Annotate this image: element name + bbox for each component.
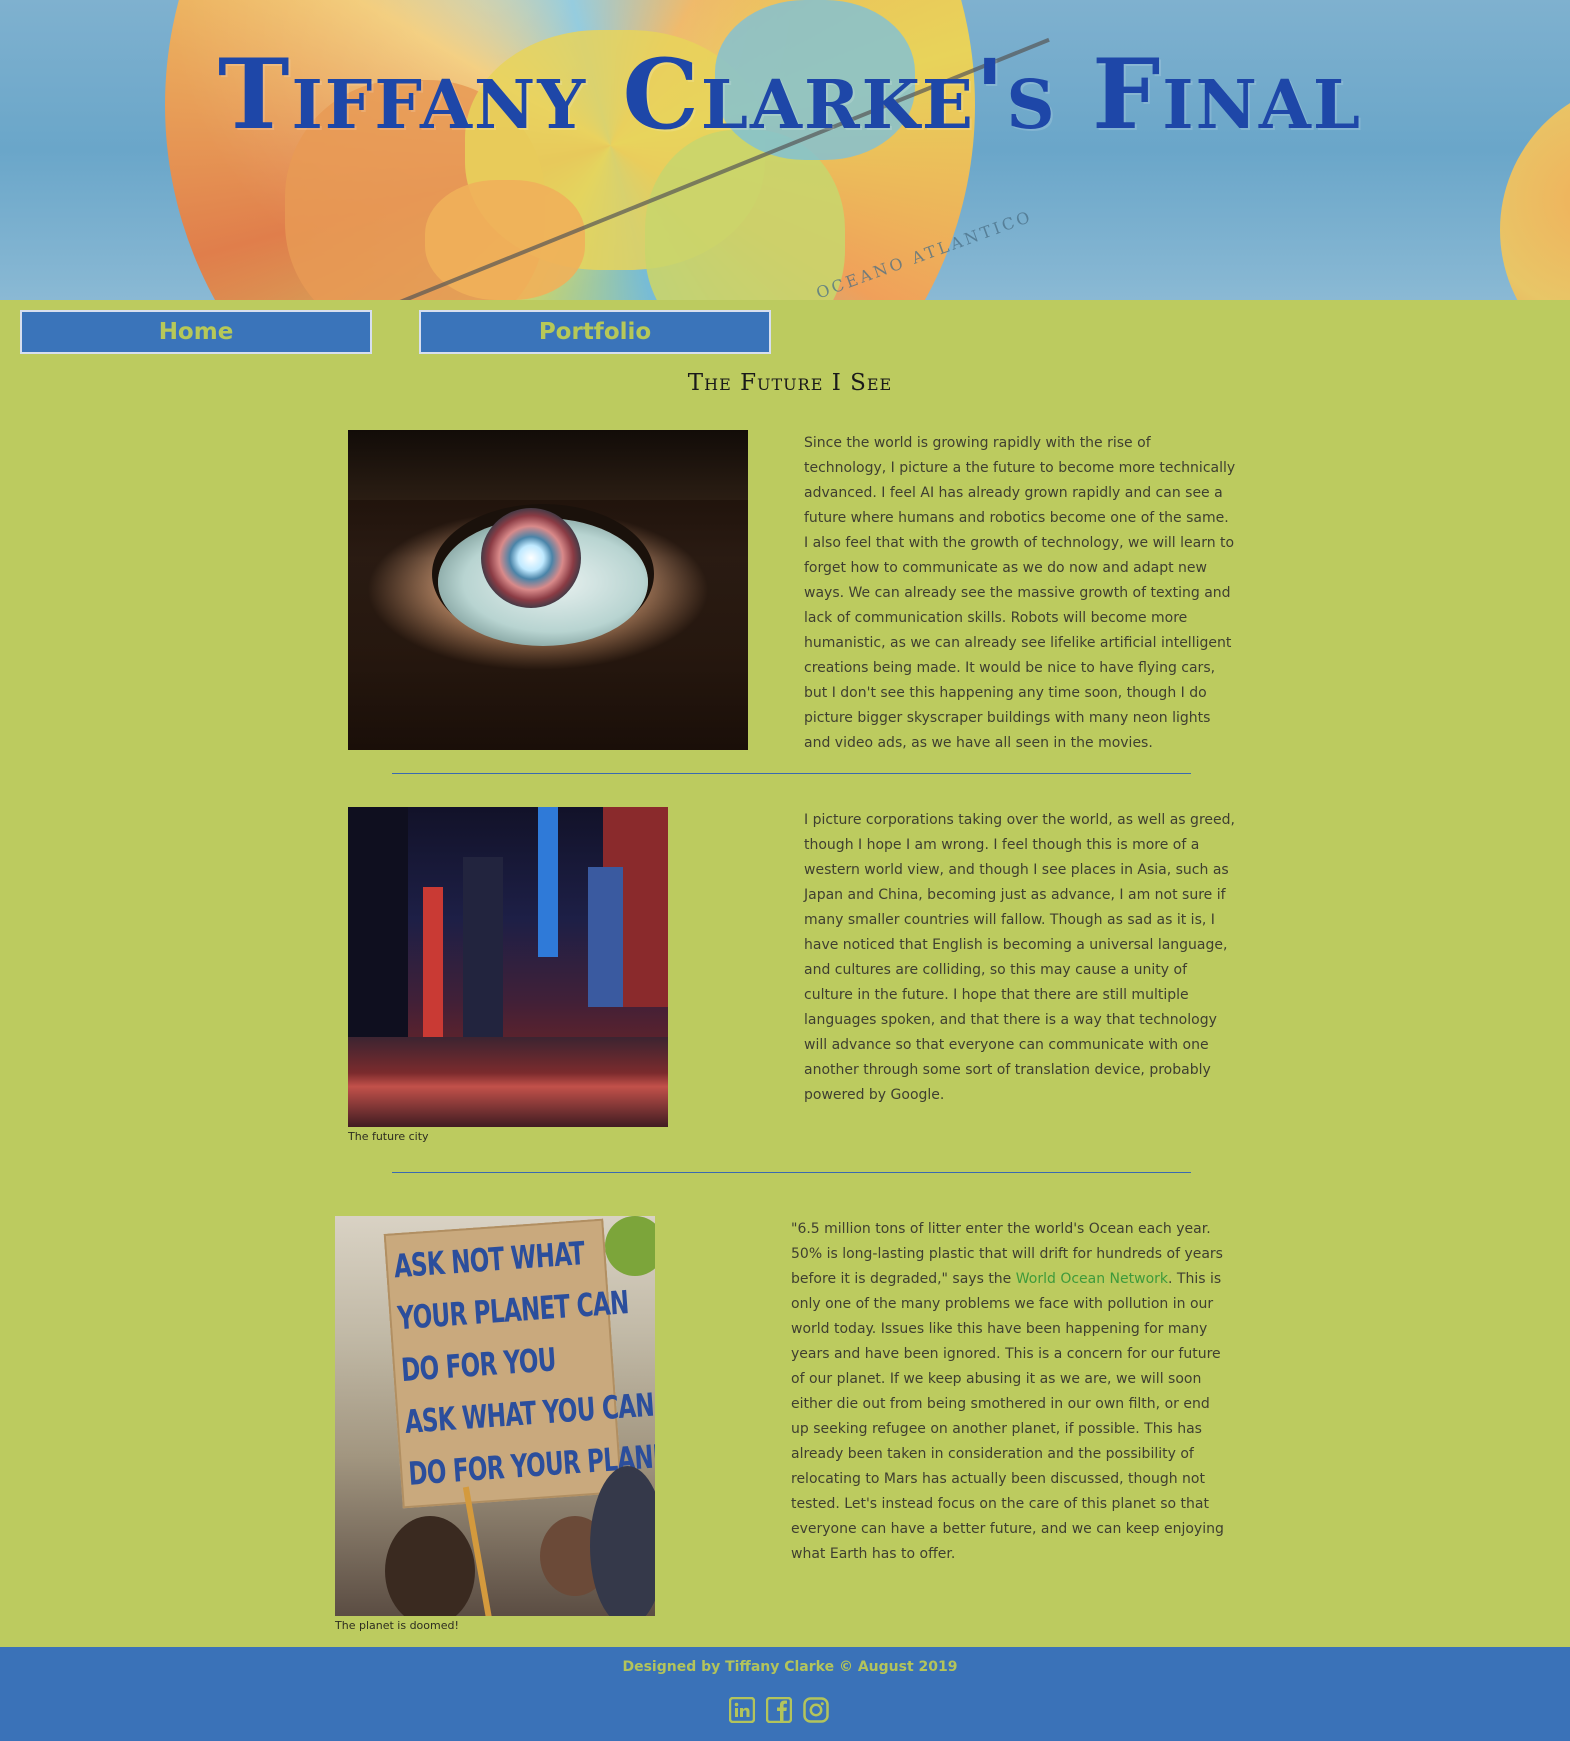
cyborg-eye-image bbox=[348, 430, 748, 750]
future-city-image bbox=[348, 807, 668, 1127]
linkedin-icon[interactable] bbox=[729, 1697, 755, 1723]
nav-home-button[interactable]: Home bbox=[20, 310, 372, 354]
sign-line: DO FOR YOU bbox=[399, 1340, 557, 1390]
site-footer: Designed by Tiffany Clarke © August 2019 bbox=[0, 1647, 1570, 1741]
section-3-text-end: . This is only one of the many problems … bbox=[791, 1271, 1224, 1562]
protest-sign: ASK NOT WHAT YOUR PLANET CAN DO FOR YOU … bbox=[383, 1218, 655, 1509]
sign-line: ASK WHAT YOU CAN bbox=[403, 1385, 655, 1441]
protest-sign-image: ASK NOT WHAT YOUR PLANET CAN DO FOR YOU … bbox=[335, 1216, 655, 1616]
world-ocean-network-link[interactable]: World Ocean Network bbox=[1016, 1271, 1168, 1287]
city-street bbox=[348, 1037, 668, 1127]
page-title: The Future I See bbox=[687, 370, 893, 396]
sign-line: ASK NOT WHAT bbox=[392, 1234, 586, 1286]
section-1-text: Since the world is growing rapidly with … bbox=[804, 435, 1236, 751]
instagram-icon[interactable] bbox=[803, 1697, 829, 1723]
facebook-icon[interactable] bbox=[766, 1697, 792, 1723]
eye-lash-shadow bbox=[348, 430, 748, 500]
planet-caption: The planet is doomed! bbox=[335, 1619, 459, 1632]
eye-iris bbox=[481, 508, 581, 608]
section-divider bbox=[392, 1172, 1191, 1173]
future-city-caption: The future city bbox=[348, 1130, 429, 1143]
section-divider bbox=[392, 773, 1191, 774]
section-3-text: "6.5 million tons of litter enter the wo… bbox=[791, 1217, 1228, 1567]
protester-head bbox=[385, 1516, 475, 1616]
footer-credit: Designed by Tiffany Clarke © August 2019 bbox=[622, 1659, 958, 1675]
site-title: Tiffany Clarke's Final bbox=[218, 38, 1362, 151]
nav-portfolio-button[interactable]: Portfolio bbox=[419, 310, 771, 354]
sign-line: YOUR PLANET CAN bbox=[396, 1283, 630, 1338]
section-2-text: I picture corporations taking over the w… bbox=[804, 812, 1235, 1103]
protest-foliage bbox=[605, 1216, 655, 1276]
header-banner: OCEANO ATLANTICO Tiffany Clarke's Final bbox=[0, 0, 1570, 300]
